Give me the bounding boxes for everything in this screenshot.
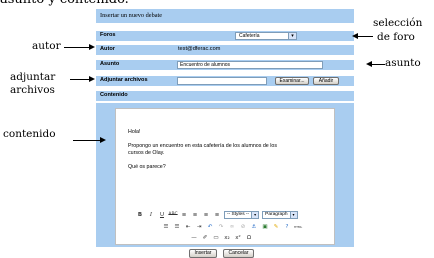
- adjuntar-row: Adjuntar archivos Examinar... Añadir: [96, 76, 354, 86]
- bold-button[interactable]: B: [136, 211, 144, 219]
- foro-select[interactable]: Cafetería ▾: [235, 32, 297, 40]
- editor-line: Propongo un encuentro en esta cafetería …: [128, 143, 278, 149]
- link-icon[interactable]: ∞: [228, 223, 236, 231]
- form-header: Insertar un nuevo debate: [96, 9, 354, 23]
- undo-icon[interactable]: ↶: [206, 223, 214, 231]
- arrow-seleccion: [357, 36, 373, 37]
- arrowhead-icon: [89, 76, 95, 82]
- editor-line: Qué os parece?: [128, 164, 166, 170]
- cancelar-button[interactable]: Cancelar: [223, 249, 254, 258]
- editor-toolbar-row-1: B I U ABC ≡ ≡ ≡ ≡ -- Styles -- ▾ Paragrap…: [136, 210, 298, 219]
- underline-button[interactable]: U: [158, 211, 166, 219]
- asunto-label: Asunto: [100, 61, 120, 67]
- numbered-list-icon[interactable]: ☰: [173, 223, 181, 231]
- superscript-icon[interactable]: x²: [234, 234, 242, 242]
- format-select-value: Paragraph: [265, 211, 288, 217]
- editor-line: cursos de Olay.: [128, 150, 165, 156]
- format-select[interactable]: Paragraph ▾: [262, 210, 298, 219]
- arrowhead-icon: [352, 33, 358, 39]
- bullet-list-icon[interactable]: ☰: [162, 223, 170, 231]
- foros-row: Foros Cafetería ▾: [96, 31, 354, 41]
- image-icon[interactable]: ▣: [261, 223, 269, 231]
- rich-text-editor[interactable]: Hola! Propongo un encuentro en esta cafe…: [115, 108, 335, 245]
- file-input[interactable]: [177, 77, 267, 85]
- foro-select-value: Cafetería: [239, 33, 260, 39]
- chevron-down-icon: ▾: [288, 33, 296, 39]
- annotation-seleccion-2: de foro: [377, 31, 415, 43]
- asunto-input[interactable]: Encuentro de alumnos: [177, 61, 323, 69]
- align-justify-icon[interactable]: ≡: [213, 211, 221, 219]
- chevron-down-icon: ▾: [289, 211, 297, 218]
- annotation-contenido: contenido: [3, 128, 56, 140]
- autor-row: Autor test@dferac.com: [96, 45, 354, 55]
- italic-button[interactable]: I: [147, 211, 155, 219]
- annotation-autor: autor: [32, 40, 61, 52]
- arrow-adjuntar: [70, 79, 90, 80]
- redo-icon[interactable]: ↷: [217, 223, 225, 231]
- html-source-button[interactable]: HTML: [294, 223, 302, 231]
- arrow-autor: [64, 47, 90, 48]
- editor-toolbar-row-2: ☰ ☰ ⇤ ⇥ ↶ ↷ ∞ ⊘ ⚓ ▣ ✎ ? HTML: [162, 222, 303, 231]
- adjuntar-label: Adjuntar archivos: [100, 77, 148, 83]
- align-right-icon[interactable]: ≡: [202, 211, 210, 219]
- visual-aid-icon[interactable]: ▭: [212, 234, 220, 242]
- examinar-button[interactable]: Examinar...: [275, 77, 309, 85]
- autor-label: Autor: [100, 46, 115, 52]
- horizontal-rule-icon[interactable]: —: [190, 234, 198, 242]
- editor-toolbar-row-3: — ✐ ▭ x₂ x² Ω: [190, 233, 253, 242]
- anchor-icon[interactable]: ⚓: [250, 223, 258, 231]
- strikethrough-button[interactable]: ABC: [168, 211, 177, 219]
- help-icon[interactable]: ?: [283, 223, 291, 231]
- indent-icon[interactable]: ⇥: [195, 223, 203, 231]
- styles-select-value: -- Styles --: [227, 211, 250, 217]
- subscript-icon[interactable]: x₂: [223, 234, 231, 242]
- annotation-seleccion-1: selección: [373, 17, 423, 29]
- arrowhead-icon: [100, 137, 106, 143]
- styles-select[interactable]: -- Styles -- ▾: [224, 210, 260, 219]
- autor-value: test@dferac.com: [178, 46, 221, 52]
- content-panel: Hola! Propongo un encuentro en esta cafe…: [96, 103, 354, 247]
- align-left-icon[interactable]: ≡: [180, 211, 188, 219]
- contenido-row: Contenido: [96, 91, 354, 101]
- chevron-down-icon: ▾: [251, 211, 259, 218]
- outdent-icon[interactable]: ⇤: [184, 223, 192, 231]
- arrow-asunto: [371, 64, 385, 65]
- cleanup-icon[interactable]: ✎: [272, 223, 280, 231]
- asunto-row: Asunto Encuentro de alumnos: [96, 60, 354, 70]
- contenido-label: Contenido: [100, 92, 128, 98]
- insertar-button[interactable]: Insertar: [189, 249, 217, 258]
- arrowhead-icon: [89, 44, 95, 50]
- anadir-button[interactable]: Añadir: [313, 77, 339, 85]
- special-char-button[interactable]: Ω: [245, 234, 253, 242]
- new-debate-form: Insertar un nuevo debate Foros Cafetería…: [96, 9, 354, 258]
- align-center-icon[interactable]: ≡: [191, 211, 199, 219]
- unlink-icon[interactable]: ⊘: [239, 223, 247, 231]
- arrowhead-icon: [366, 61, 372, 67]
- foros-label: Foros: [100, 32, 116, 38]
- annotation-adjuntar-1: adjuntar: [10, 71, 56, 83]
- arrow-contenido: [73, 140, 101, 141]
- remove-format-icon[interactable]: ✐: [201, 234, 209, 242]
- annotation-adjuntar-2: archivos: [10, 84, 55, 96]
- editor-line: Hola!: [128, 129, 141, 135]
- annotation-asunto: asunto: [385, 57, 421, 69]
